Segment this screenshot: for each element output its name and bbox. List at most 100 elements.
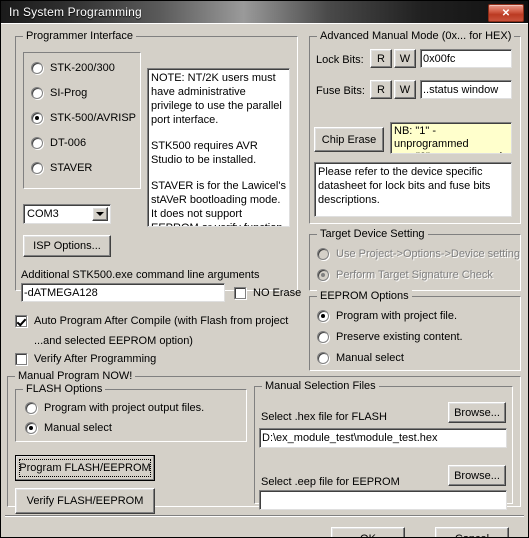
- write-label: W: [399, 83, 411, 96]
- radio-eeprom-preserve-content[interactable]: Preserve existing content.: [317, 331, 463, 343]
- com-port-value: COM3: [27, 208, 59, 220]
- cancel-label: Cancel: [455, 533, 489, 538]
- radio-stk-500-avrisp[interactable]: STK-500/AVRISP: [31, 112, 136, 124]
- write-label: W: [399, 52, 411, 65]
- auto-program-checkbox[interactable]: Auto Program After Compile (with Flash f…: [15, 315, 288, 327]
- title-bar: In System Programming ✕: [1, 1, 528, 23]
- datasheet-note-textbox: Please refer to the device specific data…: [314, 162, 512, 217]
- radio-label: STK-500/AVRISP: [50, 112, 136, 124]
- verify-flash-eeprom-button[interactable]: Verify FLASH/EEPROM: [15, 488, 155, 514]
- radio-eeprom-program-project-file[interactable]: Program with project file.: [317, 310, 457, 322]
- lock-bits-input[interactable]: 0x00fc: [420, 49, 512, 68]
- eep-browse-label: Browse...: [454, 469, 500, 482]
- radio-dot: [317, 310, 329, 322]
- no-erase-label: NO Erase: [253, 287, 302, 299]
- radio-dot: [31, 87, 43, 99]
- fuse-bits-read-button[interactable]: R: [370, 80, 392, 99]
- footer-separator: [5, 515, 524, 517]
- lock-bits-write-button[interactable]: W: [394, 49, 416, 68]
- ok-label: OK: [360, 533, 376, 538]
- hex-browse-label: Browse...: [454, 406, 500, 419]
- note-paragraph-2: STK500 requires AVR Studio to be install…: [151, 140, 258, 166]
- read-label: R: [377, 52, 385, 65]
- radio-dot: [317, 352, 329, 364]
- program-flash-eeprom-label: Program FLASH/EEPROM: [19, 459, 151, 477]
- radio-stk-200-300[interactable]: STK-200/300: [31, 62, 115, 74]
- note-textbox: NOTE: NT/2K users must have administrati…: [147, 68, 290, 227]
- radio-label: STK-200/300: [50, 62, 115, 74]
- radio-flash-project-output[interactable]: Program with project output files.: [25, 402, 204, 414]
- eep-file-input[interactable]: [259, 490, 507, 510]
- verify-flash-eeprom-label: Verify FLASH/EEPROM: [26, 495, 144, 507]
- command-line-label: Additional STK500.exe command line argum…: [21, 269, 260, 281]
- radio-label: Preserve existing content.: [336, 331, 463, 343]
- hex-file-input[interactable]: D:\ex_module_test\module_test.hex: [259, 428, 507, 448]
- radio-label: Use Project->Options->Device setting: [336, 248, 521, 260]
- radio-label: Program with project file.: [336, 310, 458, 322]
- radio-label: Perform Target Signature Check: [336, 269, 493, 281]
- chevron-down-icon[interactable]: [92, 207, 108, 221]
- radio-flash-manual-select[interactable]: Manual select: [25, 422, 112, 434]
- radio-dot: [317, 269, 329, 281]
- chip-erase-button[interactable]: Chip Erase: [314, 127, 384, 152]
- note-paragraph-1: NOTE: NT/2K users must have administrati…: [151, 72, 282, 126]
- cancel-button[interactable]: Cancel: [435, 527, 509, 537]
- radio-eeprom-manual-select[interactable]: Manual select: [317, 352, 404, 364]
- dialog-window: In System Programming ✕ Programmer Inter…: [0, 0, 529, 538]
- target-device-setting-legend: Target Device Setting: [317, 228, 428, 240]
- ok-button[interactable]: OK: [331, 527, 405, 537]
- eep-browse-button[interactable]: Browse...: [448, 465, 506, 486]
- radio-perform-signature-check: Perform Target Signature Check: [317, 269, 493, 281]
- radio-dot: [31, 62, 43, 74]
- radio-dt-006[interactable]: DT-006: [31, 137, 86, 149]
- radio-dot: [317, 331, 329, 343]
- radio-label: Program with project output files.: [44, 402, 205, 414]
- fuse-bits-write-button[interactable]: W: [394, 80, 416, 99]
- radio-dot: [31, 162, 43, 174]
- auto-program-label-line2: ...and selected EEPROM option): [34, 335, 193, 347]
- command-line-input[interactable]: -dATMEGA128: [21, 283, 225, 302]
- radio-dot: [31, 137, 43, 149]
- radio-dot: [25, 402, 37, 414]
- auto-program-label: Auto Program After Compile (with Flash f…: [34, 315, 289, 327]
- read-label: R: [377, 83, 385, 96]
- program-flash-eeprom-button[interactable]: Program FLASH/EEPROM: [15, 455, 155, 481]
- radio-label: Manual select: [44, 422, 112, 434]
- isp-options-label: ISP Options...: [33, 240, 101, 252]
- no-erase-checkbox[interactable]: NO Erase: [234, 287, 301, 299]
- flash-options-legend: FLASH Options: [23, 383, 106, 395]
- chip-erase-label: Chip Erase: [321, 133, 377, 146]
- verify-after-programming-checkbox[interactable]: Verify After Programming: [15, 353, 156, 365]
- radio-label: DT-006: [50, 137, 87, 149]
- radio-dot: [317, 248, 329, 260]
- nb-line-1: NB: "1" - unprogrammed: [394, 125, 469, 150]
- radio-staver[interactable]: STAVER: [31, 162, 92, 174]
- fuse-bits-label: Fuse Bits:: [316, 85, 365, 97]
- target-device-setting-group: Target Device Setting: [309, 228, 521, 291]
- radio-label: Manual select: [336, 352, 404, 364]
- hex-browse-button[interactable]: Browse...: [448, 402, 506, 423]
- com-port-select[interactable]: COM3: [23, 204, 111, 224]
- eep-file-label: Select .eep file for EEPROM: [261, 476, 400, 488]
- dialog-client-area: Programmer Interface STK-200/300 SI-Prog…: [1, 23, 528, 537]
- lock-bits-label: Lock Bits:: [316, 54, 364, 66]
- close-icon[interactable]: ✕: [488, 4, 524, 22]
- programmer-interface-legend: Programmer Interface: [23, 30, 136, 42]
- checkbox-box: [15, 353, 27, 365]
- nb-line-2: "0" - programmed: [394, 151, 508, 153]
- radio-si-prog[interactable]: SI-Prog: [31, 87, 87, 99]
- radio-label: STAVER: [50, 162, 93, 174]
- checkbox-box: [234, 287, 246, 299]
- advanced-manual-mode-legend: Advanced Manual Mode (0x... for HEX): [317, 30, 515, 42]
- manual-selection-files-legend: Manual Selection Files: [262, 380, 379, 392]
- note-paragraph-3: STAVER is for the Lawicel's stAVeR bootl…: [151, 180, 286, 226]
- fuse-bits-input[interactable]: ..status window: [420, 80, 512, 99]
- flash-options-group: FLASH Options: [15, 383, 247, 442]
- manual-program-legend: Manual Program NOW!: [15, 370, 136, 382]
- radio-use-project-device-setting: Use Project->Options->Device setting: [317, 248, 520, 260]
- hex-file-label: Select .hex file for FLASH: [261, 411, 387, 423]
- isp-options-button[interactable]: ISP Options...: [23, 235, 111, 257]
- programmed-bits-note: NB: "1" - unprogrammed "0" - programmed: [390, 122, 512, 154]
- datasheet-note-text: Please refer to the device specific data…: [318, 166, 491, 206]
- lock-bits-read-button[interactable]: R: [370, 49, 392, 68]
